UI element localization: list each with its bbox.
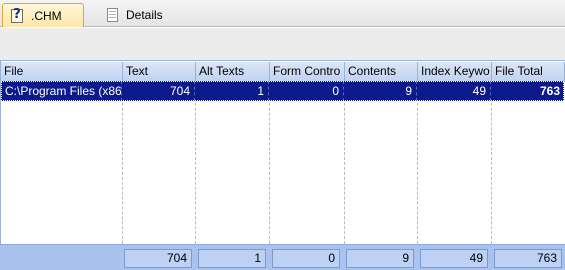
- column-divider: [122, 83, 123, 244]
- tab-details-label: Details: [126, 8, 163, 22]
- cell-index-keywords: 49: [417, 81, 491, 101]
- total-text: 704: [124, 249, 192, 268]
- tab-chm-label: .CHM: [31, 8, 62, 23]
- column-header-file-total[interactable]: File Total: [492, 62, 565, 82]
- column-header-text[interactable]: Text: [123, 62, 196, 82]
- column-header-form-controls[interactable]: Form Contro: [270, 62, 345, 82]
- total-form-controls: 0: [272, 249, 340, 268]
- total-index-keywords: 49: [420, 249, 488, 268]
- tab-chm[interactable]: ? .CHM: [2, 3, 84, 27]
- cell-file: C:\Program Files (x86: [1, 81, 122, 101]
- cell-form-controls: 0: [269, 81, 344, 101]
- column-header-contents[interactable]: Contents: [345, 62, 418, 82]
- totals-footer: 704 1 0 9 49 763: [0, 244, 565, 270]
- cell-alt-texts: 1: [195, 81, 269, 101]
- table-row[interactable]: C:\Program Files (x86 704 1 0 9 49 763: [1, 81, 564, 101]
- column-divider: [417, 83, 418, 244]
- total-contents: 9: [346, 249, 414, 268]
- chm-help-file-icon: ?: [9, 7, 25, 24]
- column-divider: [269, 83, 270, 244]
- column-header-file[interactable]: File: [1, 62, 123, 82]
- tab-details[interactable]: Details: [98, 3, 178, 27]
- cell-text: 704: [122, 81, 195, 101]
- total-alt-texts: 1: [198, 249, 266, 268]
- column-header-index-keywords[interactable]: Index Keywo: [418, 62, 492, 82]
- cell-file-total: 763: [539, 84, 560, 98]
- cell-contents: 9: [344, 81, 417, 101]
- total-file-total: 763: [494, 249, 562, 268]
- column-divider: [344, 83, 345, 244]
- column-divider: [195, 83, 196, 244]
- tab-strip: ? .CHM Details: [0, 0, 565, 27]
- toolbar-area: [0, 28, 565, 60]
- column-header-alt-texts[interactable]: Alt Texts: [196, 62, 270, 82]
- column-divider: [491, 83, 492, 244]
- document-icon: [104, 7, 120, 23]
